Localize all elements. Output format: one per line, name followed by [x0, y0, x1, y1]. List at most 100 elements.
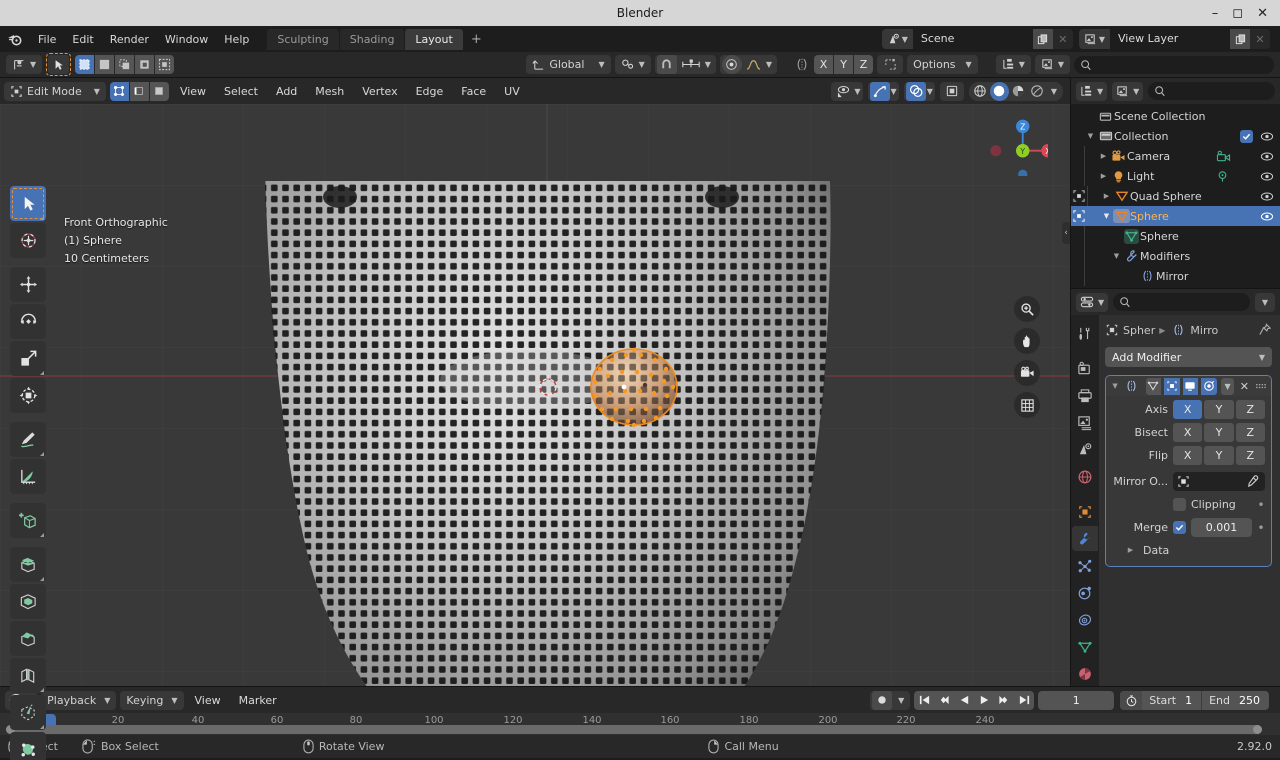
outliner-filter[interactable]: ▼: [1112, 81, 1144, 101]
chevron-down-icon[interactable]: ▼: [1110, 252, 1123, 260]
timeline-menu-marker[interactable]: Marker: [232, 691, 284, 710]
rendered-shading-icon[interactable]: [1028, 82, 1047, 101]
remove-view-layer-button[interactable]: ✕: [1250, 29, 1270, 49]
tool-poly-build[interactable]: [10, 732, 46, 760]
outliner-row-collection[interactable]: ▼ Collection: [1071, 126, 1280, 146]
tool-measure[interactable]: [10, 459, 46, 494]
proportional-editing-group[interactable]: ▼: [719, 55, 778, 74]
on-cage-icon[interactable]: [1164, 377, 1180, 395]
scene-name[interactable]: Scene: [912, 29, 1033, 49]
tab-output[interactable]: [1072, 383, 1098, 408]
tab-layout[interactable]: Layout: [405, 28, 463, 50]
new-view-layer-button[interactable]: [1230, 29, 1250, 49]
timeline-menu-keying[interactable]: Keying ▼: [120, 690, 184, 710]
play-reverse-icon[interactable]: [954, 691, 974, 710]
visibility-group[interactable]: ▼: [831, 81, 863, 101]
stopwatch-icon[interactable]: [1120, 690, 1143, 710]
tool-transform[interactable]: [10, 378, 46, 413]
eye-icon[interactable]: [1260, 131, 1274, 142]
outliner-row-quad-sphere[interactable]: ▶ Quad Sphere: [1071, 186, 1280, 206]
modifier-delete-x-icon[interactable]: ✕: [1237, 380, 1251, 393]
chevron-right-icon[interactable]: ▶: [1097, 152, 1110, 160]
solid-shading-icon[interactable]: [989, 81, 1009, 101]
tool-add-cube[interactable]: [10, 503, 46, 538]
menu-edit[interactable]: Edit: [64, 30, 101, 49]
select-invert-icon[interactable]: [135, 55, 155, 74]
close-button[interactable]: ✕: [1257, 7, 1268, 20]
flip-x-button[interactable]: X: [1173, 446, 1203, 465]
edge-select-icon[interactable]: [129, 81, 149, 101]
merge-threshold-field[interactable]: 0.001: [1191, 518, 1252, 537]
unlink-scene-button[interactable]: ✕: [1052, 29, 1073, 49]
outliner-filter-button[interactable]: ▼: [1034, 55, 1070, 74]
overlays-group[interactable]: ▼: [903, 81, 935, 101]
viewport-menu-add[interactable]: Add: [269, 82, 304, 101]
tab-scene[interactable]: [1072, 437, 1098, 462]
tab-shading[interactable]: Shading: [339, 28, 405, 50]
snap-magnet-icon[interactable]: [656, 55, 677, 74]
tab-render[interactable]: [1072, 356, 1098, 381]
viewport-menu-uv[interactable]: UV: [497, 82, 527, 101]
outliner-search-input[interactable]: [1074, 55, 1274, 74]
editmode-icon[interactable]: [1071, 189, 1087, 203]
camera-green-icon[interactable]: [1216, 150, 1231, 163]
sidebar-toggle-chevron-left-icon[interactable]: ‹: [1062, 222, 1070, 244]
breadcrumb-modifier-label[interactable]: Mirro: [1190, 324, 1218, 337]
snap-group[interactable]: ▼: [654, 55, 716, 74]
bisect-z-button[interactable]: Z: [1235, 423, 1265, 442]
select-set-new-icon[interactable]: [75, 55, 95, 74]
overlays-icon[interactable]: [905, 81, 926, 101]
select-intersect-icon[interactable]: [155, 55, 175, 74]
tool-knife[interactable]: [10, 695, 46, 730]
options-button[interactable]: Options ▼: [907, 55, 978, 74]
merge-animate-dot[interactable]: •: [1257, 522, 1265, 534]
move-view-icon[interactable]: [1014, 328, 1040, 354]
menu-file[interactable]: File: [30, 30, 64, 49]
modifier-drag-dots-icon[interactable]: [1254, 381, 1267, 392]
blender-logo-icon[interactable]: [4, 28, 26, 50]
viewport-menu-vertex[interactable]: Vertex: [355, 82, 404, 101]
chevron-right-icon[interactable]: ▶: [1097, 172, 1110, 180]
snap-target-button[interactable]: ▼: [614, 55, 651, 74]
viewport-menu-face[interactable]: Face: [454, 82, 493, 101]
triangle-down-icon[interactable]: ▼: [1110, 382, 1120, 390]
tab-sculpting[interactable]: Sculpting: [267, 28, 339, 50]
jump-start-icon[interactable]: [914, 691, 934, 710]
breadcrumb-object-label[interactable]: Spher: [1123, 324, 1155, 337]
modifier-extras-chevron-down-icon[interactable]: ▼: [1220, 377, 1235, 395]
tool-extrude-region[interactable]: [10, 547, 46, 582]
transform-orientation-button[interactable]: Global ▼: [526, 55, 611, 74]
tab-physics[interactable]: [1072, 580, 1098, 605]
object-icon[interactable]: [1105, 323, 1119, 337]
tab-object-data[interactable]: [1072, 634, 1098, 659]
flip-z-button[interactable]: Z: [1235, 446, 1265, 465]
tool-bevel[interactable]: [10, 621, 46, 656]
view-layer-selector[interactable]: ▼ View Layer ✕: [1078, 29, 1270, 49]
wireframe-shading-icon[interactable]: [971, 82, 990, 101]
timeline-scrollbar[interactable]: [6, 725, 1262, 734]
modifier-panel-header[interactable]: ▼ ▼ ✕: [1106, 376, 1271, 396]
toggle-ortho-icon[interactable]: [1014, 392, 1040, 418]
end-value[interactable]: 250: [1237, 694, 1269, 707]
outliner-row-mirror-modifier[interactable]: Mirror: [1071, 266, 1280, 286]
material-preview-shading-icon[interactable]: [1009, 82, 1028, 101]
merge-checkbox[interactable]: [1173, 521, 1186, 534]
tab-world[interactable]: [1072, 464, 1098, 489]
menu-window[interactable]: Window: [157, 30, 216, 49]
view-layer-icon[interactable]: ▼: [1078, 29, 1110, 49]
add-workspace-button[interactable]: +: [464, 29, 489, 50]
chevron-right-icon[interactable]: ▶: [1100, 192, 1113, 200]
clipping-animate-dot[interactable]: •: [1257, 499, 1265, 511]
chevron-down-icon[interactable]: ▼: [1084, 132, 1097, 140]
tool-rotate[interactable]: [10, 304, 46, 339]
maximize-button[interactable]: ◻: [1232, 7, 1243, 20]
edit-mode-cage-icon[interactable]: [1145, 377, 1162, 395]
mirror-modifier-icon[interactable]: [1171, 323, 1186, 337]
eye-icon[interactable]: [1260, 151, 1274, 162]
timeline-scrubber[interactable]: 1 20 40 60 80 100 120 140 160 180 200 22…: [0, 713, 1280, 735]
viewport-menu-select[interactable]: Select: [217, 82, 265, 101]
menu-render[interactable]: Render: [102, 30, 157, 49]
light-green-icon[interactable]: [1216, 170, 1229, 183]
gizmo-icon[interactable]: [869, 81, 890, 101]
axis-x-button[interactable]: X: [1173, 400, 1203, 419]
